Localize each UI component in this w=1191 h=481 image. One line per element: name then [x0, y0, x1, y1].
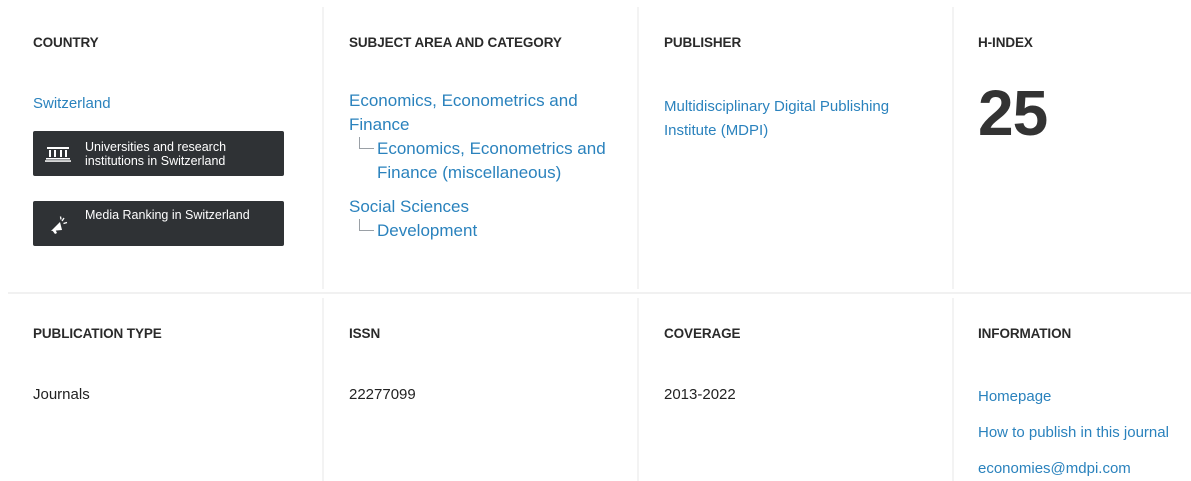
email-link[interactable]: economies@mdpi.com [978, 460, 1191, 477]
coverage-cell: COVERAGE 2013-2022 [637, 298, 952, 481]
tree-connector [359, 137, 374, 149]
publisher-heading: PUBLISHER [664, 35, 742, 50]
publication-type-cell: PUBLICATION TYPE Journals [0, 298, 322, 481]
subject-area-link[interactable]: Economics, Econometrics and Finance [349, 89, 609, 137]
universities-label-line1: Universities and research [85, 139, 227, 154]
subject-list: Economics, Econometrics and Finance Econ… [349, 89, 637, 243]
journal-info-grid: COUNTRY Switzerland Universities and res… [0, 0, 1191, 481]
info-row-bottom: PUBLICATION TYPE Journals ISSN 22277099 … [0, 298, 1191, 481]
subject-area-link[interactable]: Social Sciences [349, 195, 609, 219]
subject-heading: SUBJECT AREA AND CATEGORY [349, 35, 562, 50]
universities-button[interactable]: Universities and research institutions i… [33, 131, 284, 176]
subject-category-link[interactable]: Development [377, 219, 617, 243]
issn-cell: ISSN 22277099 [322, 298, 637, 481]
issn-heading: ISSN [349, 326, 381, 341]
tree-connector [359, 219, 374, 231]
subject-group: Social Sciences Development [349, 195, 637, 243]
issn-value: 22277099 [349, 386, 416, 403]
coverage-value: 2013-2022 [664, 386, 736, 403]
information-heading: INFORMATION [978, 326, 1072, 341]
publisher-cell: PUBLISHER Multidisciplinary Digital Publ… [637, 7, 952, 289]
hindex-value: 25 [978, 77, 1048, 149]
publication-type-value: Journals [33, 386, 90, 403]
media-ranking-button[interactable]: Media Ranking in Switzerland [33, 201, 284, 246]
information-cell: INFORMATION Homepage How to publish in t… [952, 298, 1191, 481]
country-link[interactable]: Switzerland [33, 95, 322, 112]
subject-group: Economics, Econometrics and Finance Econ… [349, 89, 637, 185]
info-row-top: COUNTRY Switzerland Universities and res… [0, 7, 1191, 289]
hindex-cell: H-INDEX 25 [952, 7, 1191, 289]
country-heading: COUNTRY [33, 35, 99, 50]
how-to-publish-link[interactable]: How to publish in this journal [978, 424, 1191, 441]
media-ranking-label: Media Ranking in Switzerland [85, 208, 250, 222]
coverage-heading: COVERAGE [664, 326, 741, 341]
subject-category-link[interactable]: Economics, Econometrics and Finance (mis… [377, 137, 617, 185]
megaphone-icon [45, 216, 71, 236]
publication-type-heading: PUBLICATION TYPE [33, 326, 162, 341]
information-links: Homepage How to publish in this journal … [978, 388, 1191, 477]
publisher-link[interactable]: Multidisciplinary Digital Publishing Ins… [664, 95, 924, 143]
hindex-heading: H-INDEX [978, 35, 1033, 50]
homepage-link[interactable]: Homepage [978, 388, 1191, 405]
subject-cell: SUBJECT AREA AND CATEGORY Economics, Eco… [322, 7, 637, 289]
institution-icon [45, 146, 71, 162]
country-cell: COUNTRY Switzerland Universities and res… [0, 7, 322, 289]
subject-category: Economics, Econometrics and Finance (mis… [349, 137, 637, 185]
universities-button-label: Universities and research institutions i… [85, 140, 226, 168]
row-divider [8, 292, 1191, 294]
universities-label-line2: institutions in Switzerland [85, 153, 226, 168]
subject-category: Development [349, 219, 637, 243]
